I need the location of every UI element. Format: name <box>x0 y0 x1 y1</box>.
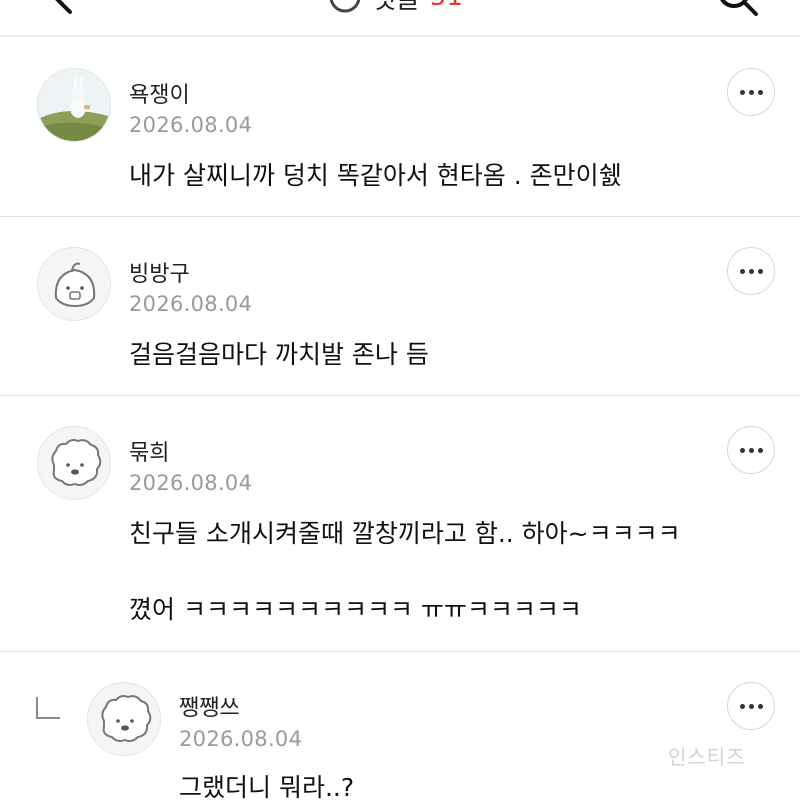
header-divider <box>0 35 800 37</box>
more-options-button[interactable] <box>727 68 775 116</box>
comment-icon <box>329 0 361 13</box>
avatar[interactable] <box>37 247 111 321</box>
comment-date: 2026.08.04 <box>129 292 253 316</box>
comments-header: 댓글 51 <box>328 0 463 16</box>
search-icon[interactable] <box>716 0 760 18</box>
comment-divider <box>0 651 800 652</box>
comment-text: 친구들 소개시켜줄때 깔창끼라고 함.. 하아~ㅋㅋㅋㅋ <box>129 519 681 548</box>
character-avatar-icon <box>38 248 110 320</box>
comment-author[interactable]: 쨍쨍쓰 <box>179 690 240 722</box>
comment-author[interactable]: 묶희 <box>129 435 169 467</box>
avatar[interactable] <box>37 68 111 142</box>
comment-text: 그랬더니 뭐라..? <box>179 773 355 802</box>
more-options-button[interactable] <box>727 682 775 730</box>
more-options-button[interactable] <box>727 247 775 295</box>
watermark: 인스티즈 <box>668 745 746 769</box>
dog-avatar-icon <box>88 683 160 755</box>
comments-count: 51 <box>430 0 463 12</box>
dog-avatar-icon <box>38 427 110 499</box>
more-options-button[interactable] <box>727 426 775 474</box>
comment-text: 내가 살찌니까 덩치 똑같아서 현타옴 . 존만이쉜 <box>129 161 622 190</box>
chevron-left-icon[interactable] <box>40 0 80 18</box>
comment-date: 2026.08.04 <box>179 727 303 751</box>
comment-author[interactable]: 빙방구 <box>129 256 190 288</box>
reply-arrow-icon <box>36 697 60 719</box>
photo-avatar-icon <box>38 69 110 141</box>
comments-label: 댓글 <box>372 0 420 16</box>
avatar[interactable] <box>87 682 161 756</box>
top-bar: 댓글 51 <box>0 0 800 36</box>
comment-divider <box>0 395 800 396</box>
comment-divider <box>0 216 800 217</box>
comment-date: 2026.08.04 <box>129 113 253 137</box>
comment-text: 걸음걸음마다 까치발 존나 듬 <box>129 340 429 369</box>
comment-author[interactable]: 욕쟁이 <box>129 77 190 109</box>
comment-text: 꼈어 ㅋㅋㅋㅋㅋㅋㅋㅋㅋㅋ ㅠㅠㅋㅋㅋㅋㅋ <box>129 595 582 624</box>
avatar[interactable] <box>37 426 111 500</box>
comment-date: 2026.08.04 <box>129 471 253 495</box>
